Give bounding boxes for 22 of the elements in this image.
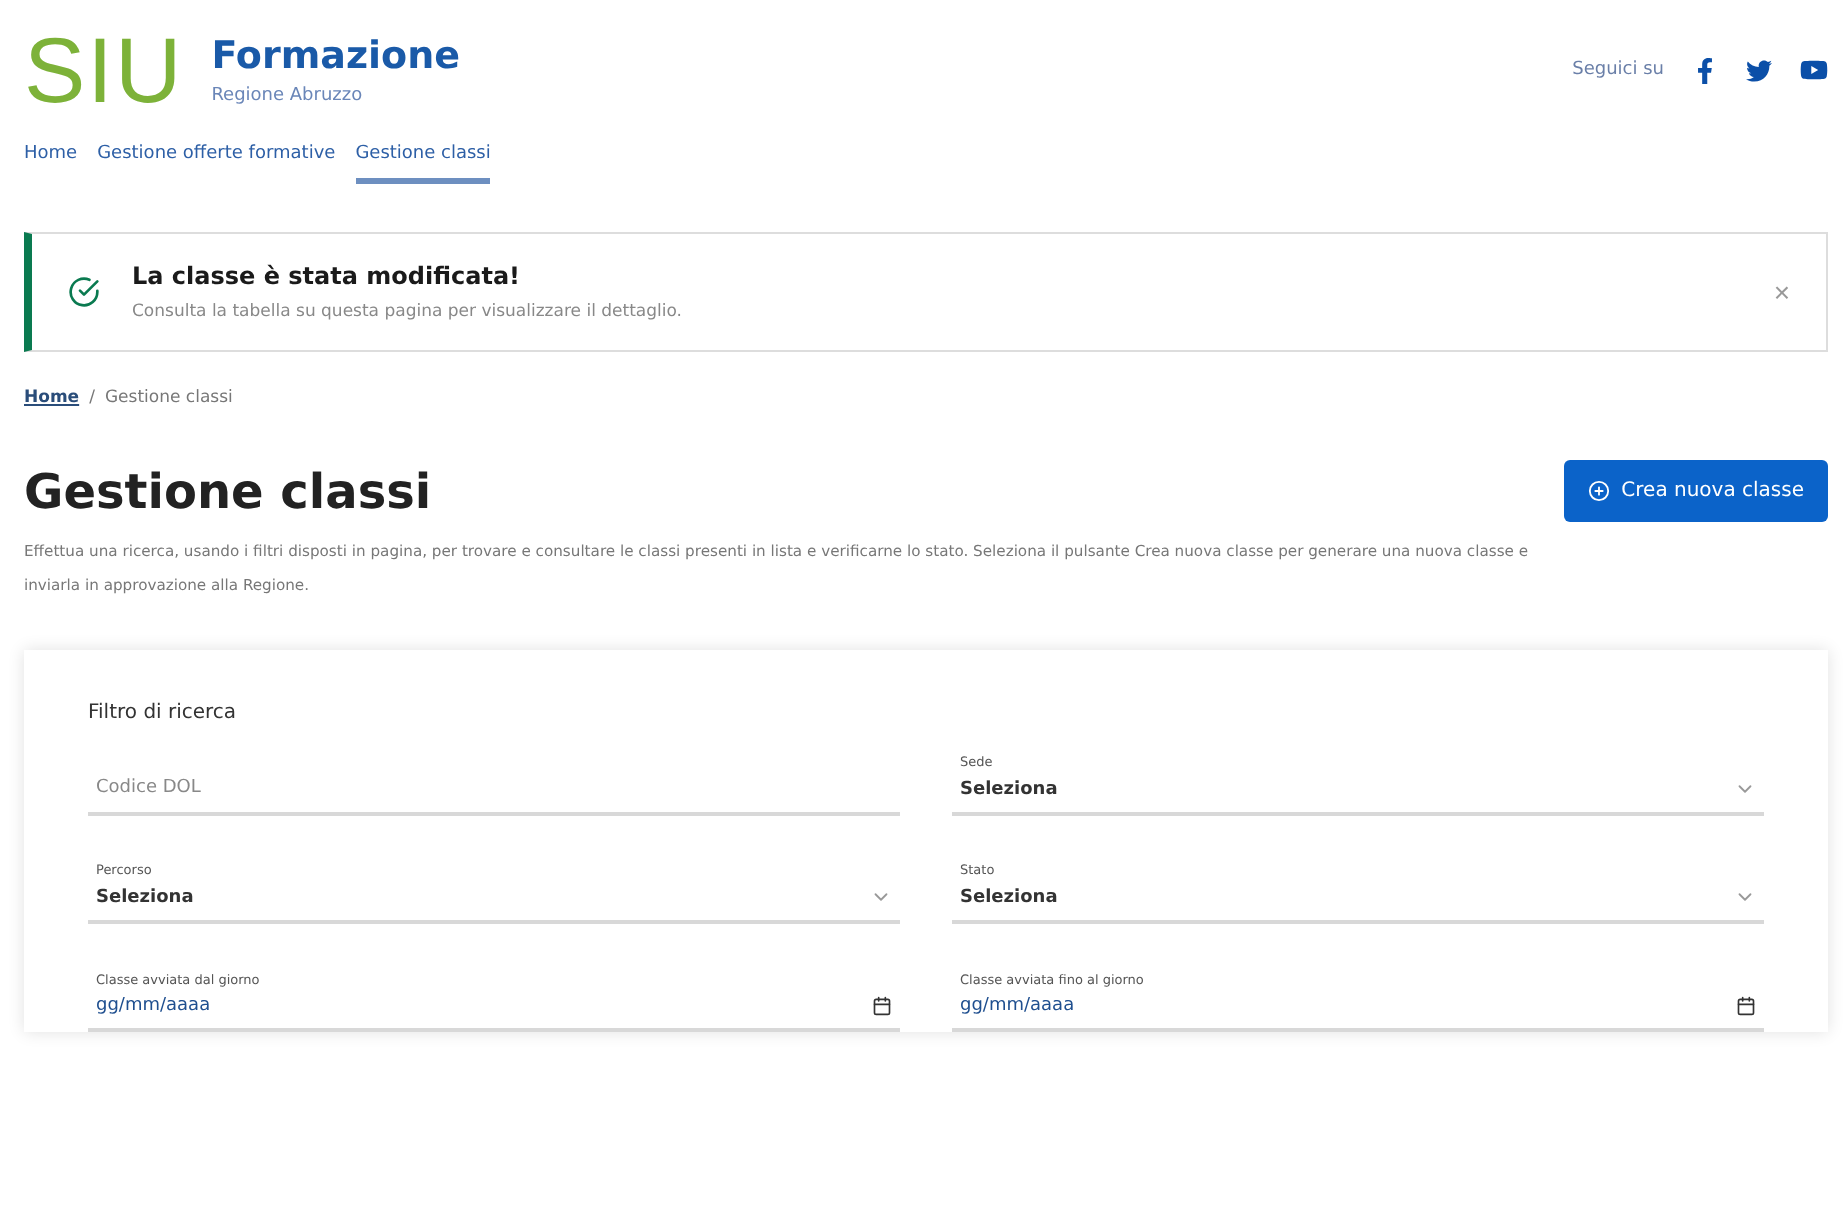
create-button[interactable]: Crea nuova classe <box>1563 460 1828 522</box>
site-subtitle: Regione Abruzzo <box>211 86 365 106</box>
breadcrumb-link[interactable]: Home <box>24 388 80 408</box>
plus-circle-icon <box>1587 480 1610 502</box>
calendar-icon <box>1736 996 1756 1016</box>
social-label: Seguici su <box>1572 60 1664 80</box>
filter-title: Filtro di ricerca <box>88 702 239 724</box>
nav-tab[interactable]: Gestione classi <box>355 144 491 184</box>
page-title: Gestione classi <box>24 463 432 519</box>
site-title: Formazione <box>211 34 460 78</box>
youtube-icon[interactable] <box>1800 56 1828 84</box>
breadcrumb-current: Gestione classi <box>104 388 233 408</box>
logo: SIU <box>24 24 184 116</box>
facebook-icon[interactable] <box>1692 57 1718 83</box>
nav-tab[interactable]: Gestione offerte formative <box>97 144 336 184</box>
alert-title: La classe è stata modificata! <box>132 262 523 290</box>
alert-message: Consulta la tabella su questa pagina per visualizzare il dettaglio. <box>132 302 685 322</box>
twitter-icon[interactable] <box>1746 57 1772 83</box>
check-circle-icon <box>68 276 100 308</box>
nav-tab[interactable]: Home <box>24 144 78 184</box>
breadcrumb-separator: / <box>89 388 95 408</box>
calendar-icon <box>872 996 892 1016</box>
